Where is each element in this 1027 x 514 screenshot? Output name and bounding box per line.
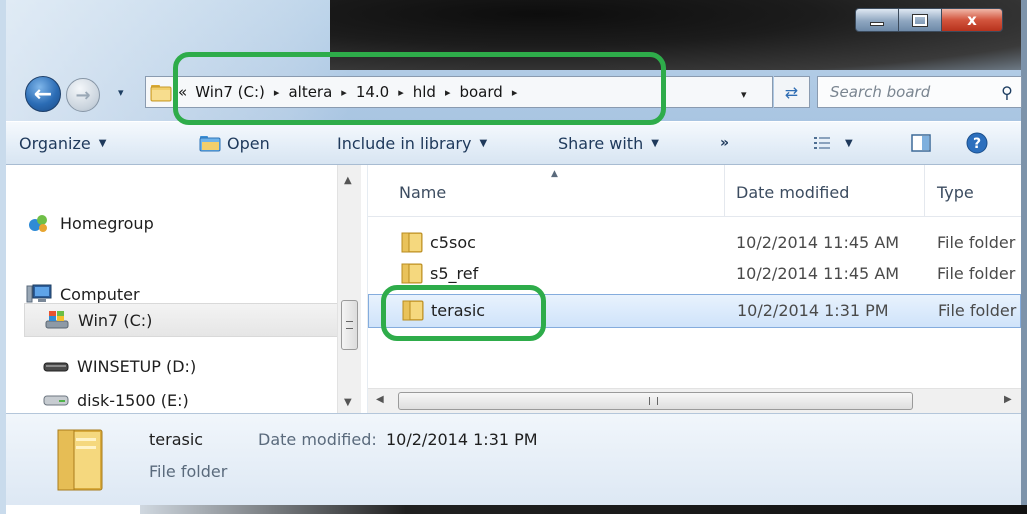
chevron-down-icon: ▼ [98,137,107,149]
chevron-down-icon: ▼ [479,137,488,149]
minimize-icon [870,22,884,26]
file-date: 10/2/2014 1:31 PM [737,301,889,320]
search-placeholder: Search board [830,83,931,101]
column-divider[interactable] [924,165,925,217]
back-arrow-icon: ← [33,81,53,107]
explorer-window: x ← → ▾ « Win7 (C:) ▸ altera ▸ 14.0 ▸ hl… [0,0,1027,514]
file-row[interactable]: c5soc 10/2/2014 11:45 AM File folder [368,227,1021,259]
address-history-dropdown[interactable]: ▾ [741,88,747,101]
help-icon: ? [966,132,988,154]
scroll-left-icon[interactable]: ◀ [376,394,384,405]
computer-icon [26,283,52,305]
details-date-value: 10/2/2014 1:31 PM [386,430,538,449]
column-header-date-modified[interactable]: Date modified [736,183,849,202]
change-view-button[interactable]: ▼ [813,121,853,165]
help-button[interactable]: ? [966,121,988,165]
command-bar: Organize ▼ Open Include in library ▼ Sha… [6,121,1021,165]
refresh-button[interactable]: ⇄ [774,76,810,108]
preview-pane-icon [911,134,931,152]
file-type: File folder [938,301,1017,320]
details-pane: terasic Date modified: 10/2/2014 1:31 PM… [6,413,1021,505]
search-icon[interactable]: ⚲ [993,83,1021,102]
back-button[interactable]: ← [25,76,61,112]
column-header-row: Name ▲ Date modified Type [368,165,1021,217]
navigation-pane: Homegroup Computer Win7 (C:) WINSETUP (D… [6,165,361,413]
homegroup-icon [26,212,52,234]
terasic-highlight-annotation [381,285,546,341]
removable-drive-icon [43,355,69,377]
folder-icon [150,85,172,102]
column-header-name[interactable]: Name [399,183,446,202]
folder-icon [401,232,423,253]
nav-item-label: WINSETUP (D:) [77,356,197,376]
windows-drive-icon [44,309,70,331]
file-name: s5_ref [430,264,479,283]
open-folder-icon [199,136,221,152]
share-with-label: Share with [558,133,644,153]
grip-icon [649,397,658,405]
navigation-pane-scrollbar[interactable]: ▲ ▼ [337,165,361,413]
nav-item-label: Win7 (C:) [78,310,153,330]
close-icon: x [967,11,977,29]
include-in-library-button[interactable]: Include in library ▼ [337,121,487,165]
file-name: c5soc [430,233,476,252]
sort-ascending-icon: ▲ [551,169,558,179]
file-date: 10/2/2014 11:45 AM [736,264,900,283]
maximize-icon [912,13,928,27]
organize-button[interactable]: Organize ▼ [19,121,106,165]
more-commands-button[interactable]: » [720,121,729,165]
details-date-label: Date modified: [258,430,377,449]
nav-item-computer[interactable]: Computer [26,283,140,305]
organize-label: Organize [19,133,91,153]
address-highlight-annotation [173,52,666,125]
file-list: Name ▲ Date modified Type c5soc 10/2/201… [368,165,1021,388]
recent-pages-dropdown[interactable]: ▾ [118,86,124,99]
caption-buttons: x [855,8,1003,32]
chevron-down-icon: ▼ [651,137,659,149]
svg-text:?: ? [973,136,981,152]
forward-button[interactable]: → [66,78,100,112]
nav-item-drive-e[interactable]: disk-1500 (E:) [43,389,189,411]
file-date: 10/2/2014 11:45 AM [736,233,900,252]
window-bottom-border [140,505,1027,514]
column-divider[interactable] [724,165,725,217]
folder-icon [401,263,423,284]
share-with-button[interactable]: Share with ▼ [558,121,659,165]
forward-arrow-icon: → [75,84,91,106]
details-view-icon [814,137,830,149]
scroll-up-icon[interactable]: ▲ [344,175,352,186]
nav-item-homegroup[interactable]: Homegroup [26,212,154,234]
close-button[interactable]: x [942,8,1003,32]
minimize-button[interactable] [855,8,899,32]
refresh-icon: ⇄ [784,82,799,102]
folder-large-icon [57,429,103,491]
file-type: File folder [937,233,1016,252]
include-in-library-label: Include in library [337,133,472,153]
nav-item-label: Computer [60,284,140,304]
column-header-type[interactable]: Type [937,183,974,202]
nav-item-drive-d[interactable]: WINSETUP (D:) [43,355,196,377]
file-list-horizontal-scrollbar[interactable]: ◀ ▶ [368,388,1021,413]
nav-item-label: Homegroup [60,213,154,233]
scroll-down-icon[interactable]: ▼ [344,397,352,408]
details-type: File folder [149,462,228,481]
maximize-button[interactable] [899,8,942,32]
open-label: Open [227,133,270,153]
chevron-down-icon: ▼ [845,137,853,149]
hard-drive-icon [43,389,69,411]
file-type: File folder [937,264,1016,283]
nav-item-label: disk-1500 (E:) [77,390,189,410]
search-input[interactable]: Search board ⚲ [817,76,1022,108]
open-button[interactable]: Open [199,121,270,165]
scrollbar-thumb[interactable] [398,392,913,410]
scrollbar-thumb[interactable] [341,300,358,350]
preview-pane-button[interactable] [911,121,931,165]
scroll-right-icon[interactable]: ▶ [1004,394,1012,405]
grip-icon [346,321,353,329]
nav-item-drive-c[interactable]: Win7 (C:) [24,303,339,337]
details-name: terasic [149,430,204,449]
